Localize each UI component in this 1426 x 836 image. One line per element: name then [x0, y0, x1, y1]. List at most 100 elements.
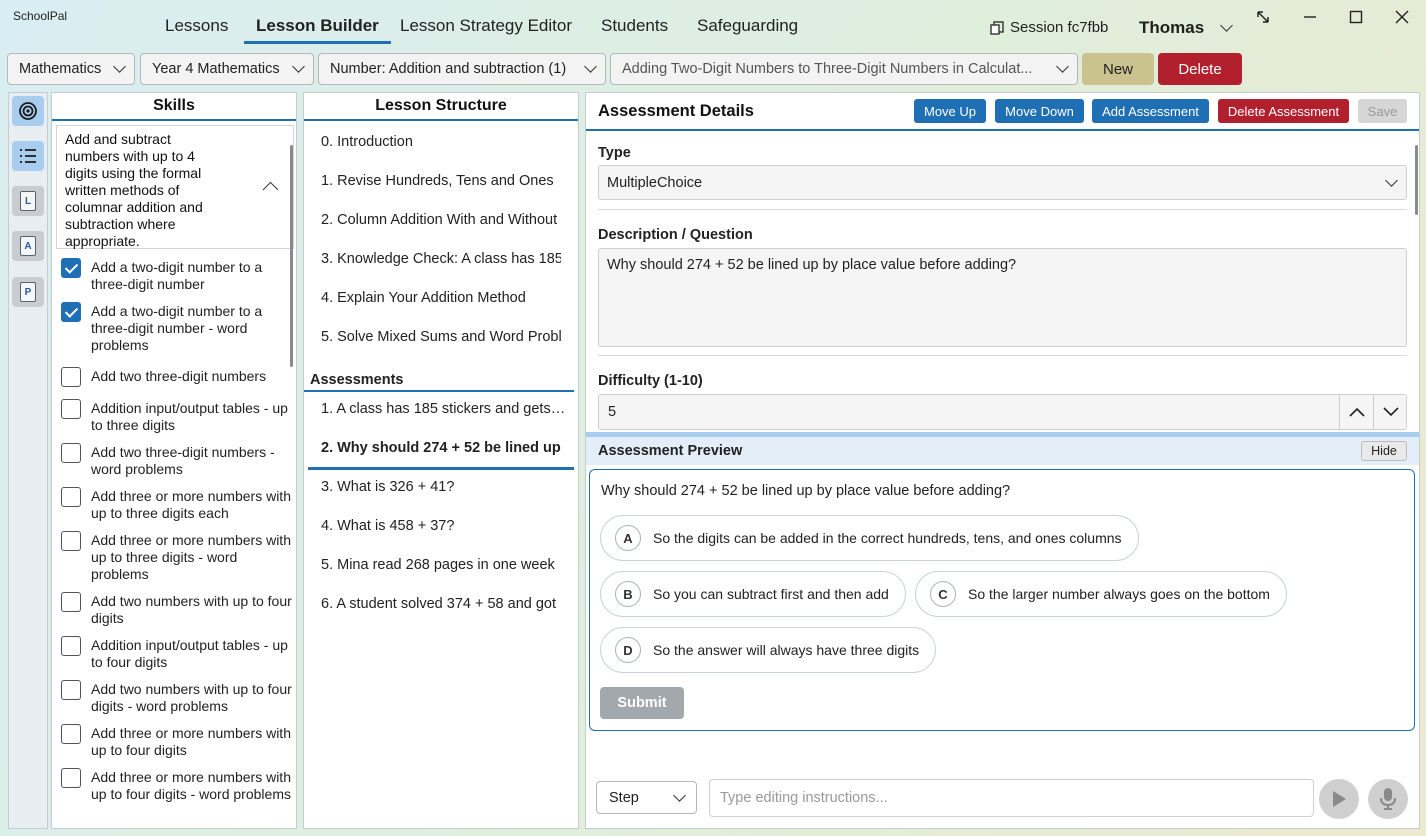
lesson-step[interactable]: 0. Introduction [321, 134, 561, 150]
tab-lesson-strategy-editor[interactable]: Lesson Strategy Editor [400, 14, 572, 44]
checkbox[interactable] [61, 258, 81, 278]
increment-button[interactable] [1339, 395, 1373, 429]
lesson-structure-title: Lesson Structure [304, 93, 578, 121]
lesson-step[interactable]: 5. Solve Mixed Sums and Word Problems [321, 329, 561, 345]
divider [598, 355, 1407, 356]
editing-instructions-input[interactable]: Type editing instructions... [709, 779, 1314, 817]
option-text: So the digits can be added in the correc… [653, 530, 1122, 546]
option-a[interactable]: A So the digits can be added in the corr… [600, 515, 1139, 561]
skill-label: Addition input/output tables - up to thr… [91, 400, 288, 433]
skill-item[interactable]: Add two numbers with up to four digits [61, 592, 293, 627]
delete-button[interactable]: Delete [1158, 53, 1242, 85]
checkbox[interactable] [61, 487, 81, 507]
minimize-icon[interactable] [1299, 6, 1321, 28]
assessment-item[interactable]: 5. Mina read 268 pages in one week [321, 557, 566, 573]
edit-mode-select[interactable]: Step [596, 781, 697, 814]
checkbox[interactable] [61, 768, 81, 788]
assessment-item-active[interactable]: 2. Why should 274 + 52 be lined up [321, 440, 566, 456]
rail-list-button[interactable] [12, 141, 44, 171]
rail-doc-p-button[interactable]: P [12, 277, 44, 307]
details-scrollbar[interactable] [1415, 145, 1418, 215]
checkbox[interactable] [61, 636, 81, 656]
lesson-step[interactable]: 1. Revise Hundreds, Tens and Ones [321, 173, 561, 189]
skill-label: Add two three-digit numbers - word probl… [91, 444, 275, 477]
details-header: Assessment Details Move Up Move Down Add… [586, 93, 1419, 131]
skill-item[interactable]: Addition input/output tables - up to fou… [61, 636, 293, 671]
skill-label: Addition input/output tables - up to fou… [91, 637, 288, 670]
skill-item[interactable]: Add three or more numbers with up to thr… [61, 531, 293, 583]
assessment-item[interactable]: 1. A class has 185 stickers and gets mor… [321, 401, 566, 417]
chevron-down-icon [113, 60, 126, 73]
skill-item[interactable]: Add a two-digit number to a three-digit … [61, 258, 293, 293]
copy-icon [990, 20, 1004, 35]
skill-item[interactable]: Add two numbers with up to four digits -… [61, 680, 293, 715]
tab-lessons[interactable]: Lessons [165, 14, 228, 44]
side-rail: L A P [8, 92, 48, 829]
delete-assessment-button[interactable]: Delete Assessment [1218, 99, 1349, 123]
checkbox[interactable] [61, 592, 81, 612]
move-down-button[interactable]: Move Down [995, 99, 1084, 123]
checkbox[interactable] [61, 302, 81, 322]
maximize-icon[interactable] [1345, 6, 1367, 28]
unit-select[interactable]: Number: Addition and subtraction (1) [318, 53, 606, 85]
chevron-down-icon [1220, 18, 1234, 32]
subject-select[interactable]: Mathematics [7, 53, 135, 85]
skills-title: Skills [52, 93, 296, 121]
run-button[interactable] [1319, 779, 1359, 819]
add-assessment-button[interactable]: Add Assessment [1092, 99, 1209, 123]
year-value: Year 4 Mathematics [152, 61, 280, 77]
rail-target-button[interactable] [12, 96, 44, 126]
skill-item[interactable]: Addition input/output tables - up to thr… [61, 399, 293, 434]
microphone-button[interactable] [1368, 779, 1408, 819]
option-d[interactable]: D So the answer will always have three d… [600, 627, 937, 673]
lesson-step[interactable]: 4. Explain Your Addition Method [321, 290, 561, 306]
skill-item[interactable]: Add three or more numbers with up to thr… [61, 487, 293, 522]
option-b[interactable]: B So you can subtract first and then add [600, 571, 906, 617]
lesson-step[interactable]: 3. Knowledge Check: A class has 185 [321, 251, 561, 267]
skill-item[interactable]: Add three or more numbers with up to fou… [61, 724, 293, 759]
skill-item[interactable]: Add a two-digit number to a three-digit … [61, 302, 293, 354]
resize-icon[interactable] [1252, 6, 1274, 28]
checkbox[interactable] [61, 367, 81, 387]
submit-button[interactable]: Submit [600, 687, 684, 719]
rail-doc-a-button[interactable]: A [12, 231, 44, 261]
chevron-up-icon[interactable] [262, 181, 279, 198]
microphone-icon [1380, 788, 1396, 810]
option-letter: A [615, 525, 641, 551]
option-c[interactable]: C So the larger number always goes on th… [915, 571, 1287, 617]
option-text: So you can subtract first and then add [653, 586, 889, 602]
type-value: MultipleChoice [607, 174, 703, 191]
option-letter: D [615, 637, 641, 663]
checkbox[interactable] [61, 399, 81, 419]
assessment-item[interactable]: 3. What is 326 + 41? [321, 479, 566, 495]
lesson-select[interactable]: Adding Two-Digit Numbers to Three-Digit … [610, 53, 1078, 85]
tab-students[interactable]: Students [601, 14, 668, 44]
move-up-button[interactable]: Move Up [914, 99, 986, 123]
user-menu[interactable]: Thomas [1139, 18, 1234, 38]
rail-doc-l-button[interactable]: L [12, 186, 44, 216]
checkbox[interactable] [61, 680, 81, 700]
close-icon[interactable] [1391, 6, 1413, 28]
skill-description[interactable]: Add and subtract numbers with up to 4 di… [56, 125, 294, 249]
assessment-item[interactable]: 4. What is 458 + 37? [321, 518, 566, 534]
checkbox[interactable] [61, 724, 81, 744]
checkbox[interactable] [61, 531, 81, 551]
decrement-button[interactable] [1373, 395, 1407, 429]
skill-item[interactable]: Add two three-digit numbers [61, 367, 293, 387]
tab-safeguarding[interactable]: Safeguarding [697, 14, 798, 44]
checkbox[interactable] [61, 443, 81, 463]
description-textarea[interactable]: Why should 274 + 52 be lined up by place… [598, 248, 1407, 347]
new-button[interactable]: New [1082, 53, 1154, 85]
option-letter: C [930, 581, 956, 607]
type-select[interactable]: MultipleChoice [598, 165, 1407, 200]
skill-item[interactable]: Add three or more numbers with up to fou… [61, 768, 293, 803]
hide-preview-button[interactable]: Hide [1361, 441, 1407, 461]
skill-item[interactable]: Add two three-digit numbers - word probl… [61, 443, 293, 478]
difficulty-stepper[interactable]: 5 [598, 394, 1407, 430]
tab-lesson-builder[interactable]: Lesson Builder [244, 14, 391, 44]
assessment-item[interactable]: 6. A student solved 374 + 58 and got [321, 596, 566, 612]
save-button[interactable]: Save [1358, 99, 1407, 123]
lesson-step[interactable]: 2. Column Addition With and Without Regr… [321, 212, 561, 228]
session-indicator[interactable]: Session fc7fbb [990, 19, 1108, 36]
year-select[interactable]: Year 4 Mathematics [140, 53, 314, 85]
